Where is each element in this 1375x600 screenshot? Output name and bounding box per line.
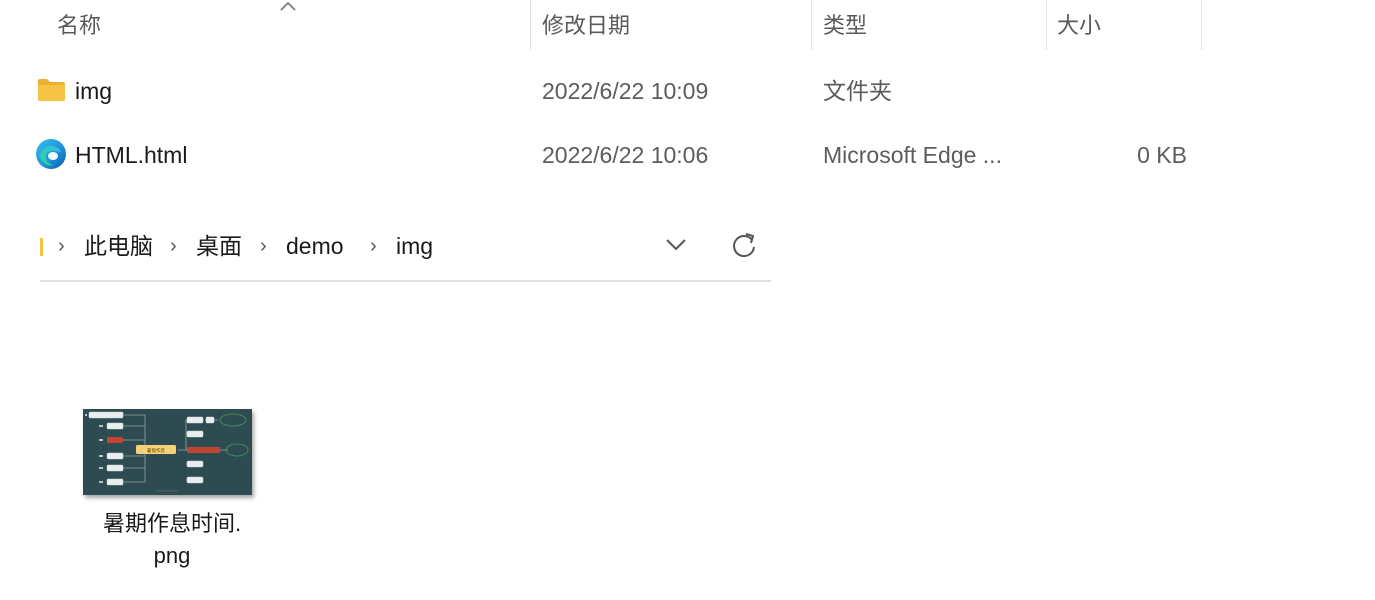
chevron-right-icon[interactable]: › [58, 214, 65, 278]
file-name[interactable]: HTML.html [75, 125, 187, 185]
chevron-right-icon[interactable]: › [260, 214, 267, 278]
chevron-right-icon[interactable]: › [170, 214, 177, 278]
column-modified[interactable]: 修改日期 [542, 0, 630, 52]
thumbnail-center-text: 暑假作息 [147, 447, 165, 454]
column-type[interactable]: 类型 [823, 0, 867, 52]
file-row-img[interactable]: img 2022/6/22 10:09 文件夹 [0, 61, 1375, 121]
breadcrumb-item-desktop[interactable]: 桌面 [196, 214, 242, 278]
column-header: 名称 修改日期 类型 大小 [0, 0, 1375, 52]
column-divider[interactable] [1046, 0, 1047, 50]
file-type: Microsoft Edge ... [823, 142, 1002, 168]
edge-icon [36, 139, 66, 169]
thumbnail-label-line2: png [153, 543, 191, 568]
image-thumbnail[interactable]: 暑假作息 [83, 409, 252, 495]
file-name[interactable]: img [75, 61, 112, 121]
file-type: 文件夹 [823, 78, 892, 104]
breadcrumb-item-this-pc[interactable]: 此电脑 [84, 214, 153, 278]
file-modified: 2022/6/22 10:06 [542, 142, 709, 168]
folder-icon [38, 79, 65, 101]
column-size[interactable]: 大小 [1057, 0, 1101, 52]
column-divider[interactable] [530, 0, 531, 50]
thumbnail-label-line1: 暑期作息时间. [102, 511, 242, 536]
file-size: 0 KB [1137, 142, 1187, 168]
column-divider[interactable] [1201, 0, 1202, 50]
mindmap-preview: 暑假作息 [85, 411, 249, 492]
column-name[interactable]: 名称 [57, 0, 101, 52]
sort-ascending-icon[interactable] [279, 0, 297, 12]
refresh-icon[interactable] [730, 231, 758, 259]
breadcrumb-item-demo[interactable]: demo [286, 214, 344, 278]
chevron-right-icon[interactable]: › [370, 214, 377, 278]
breadcrumb-item-img[interactable]: img [396, 214, 433, 278]
folder-location-icon [40, 238, 43, 256]
thumbnail-label[interactable]: 暑期作息时间. png [60, 508, 284, 572]
file-modified: 2022/6/22 10:09 [542, 78, 709, 104]
chevron-down-icon[interactable] [665, 236, 687, 252]
file-row-html[interactable]: HTML.html 2022/6/22 10:06 Microsoft Edge… [0, 125, 1375, 185]
address-bar[interactable]: › 此电脑 › 桌面 › demo › img [40, 214, 771, 282]
column-divider[interactable] [811, 0, 812, 50]
